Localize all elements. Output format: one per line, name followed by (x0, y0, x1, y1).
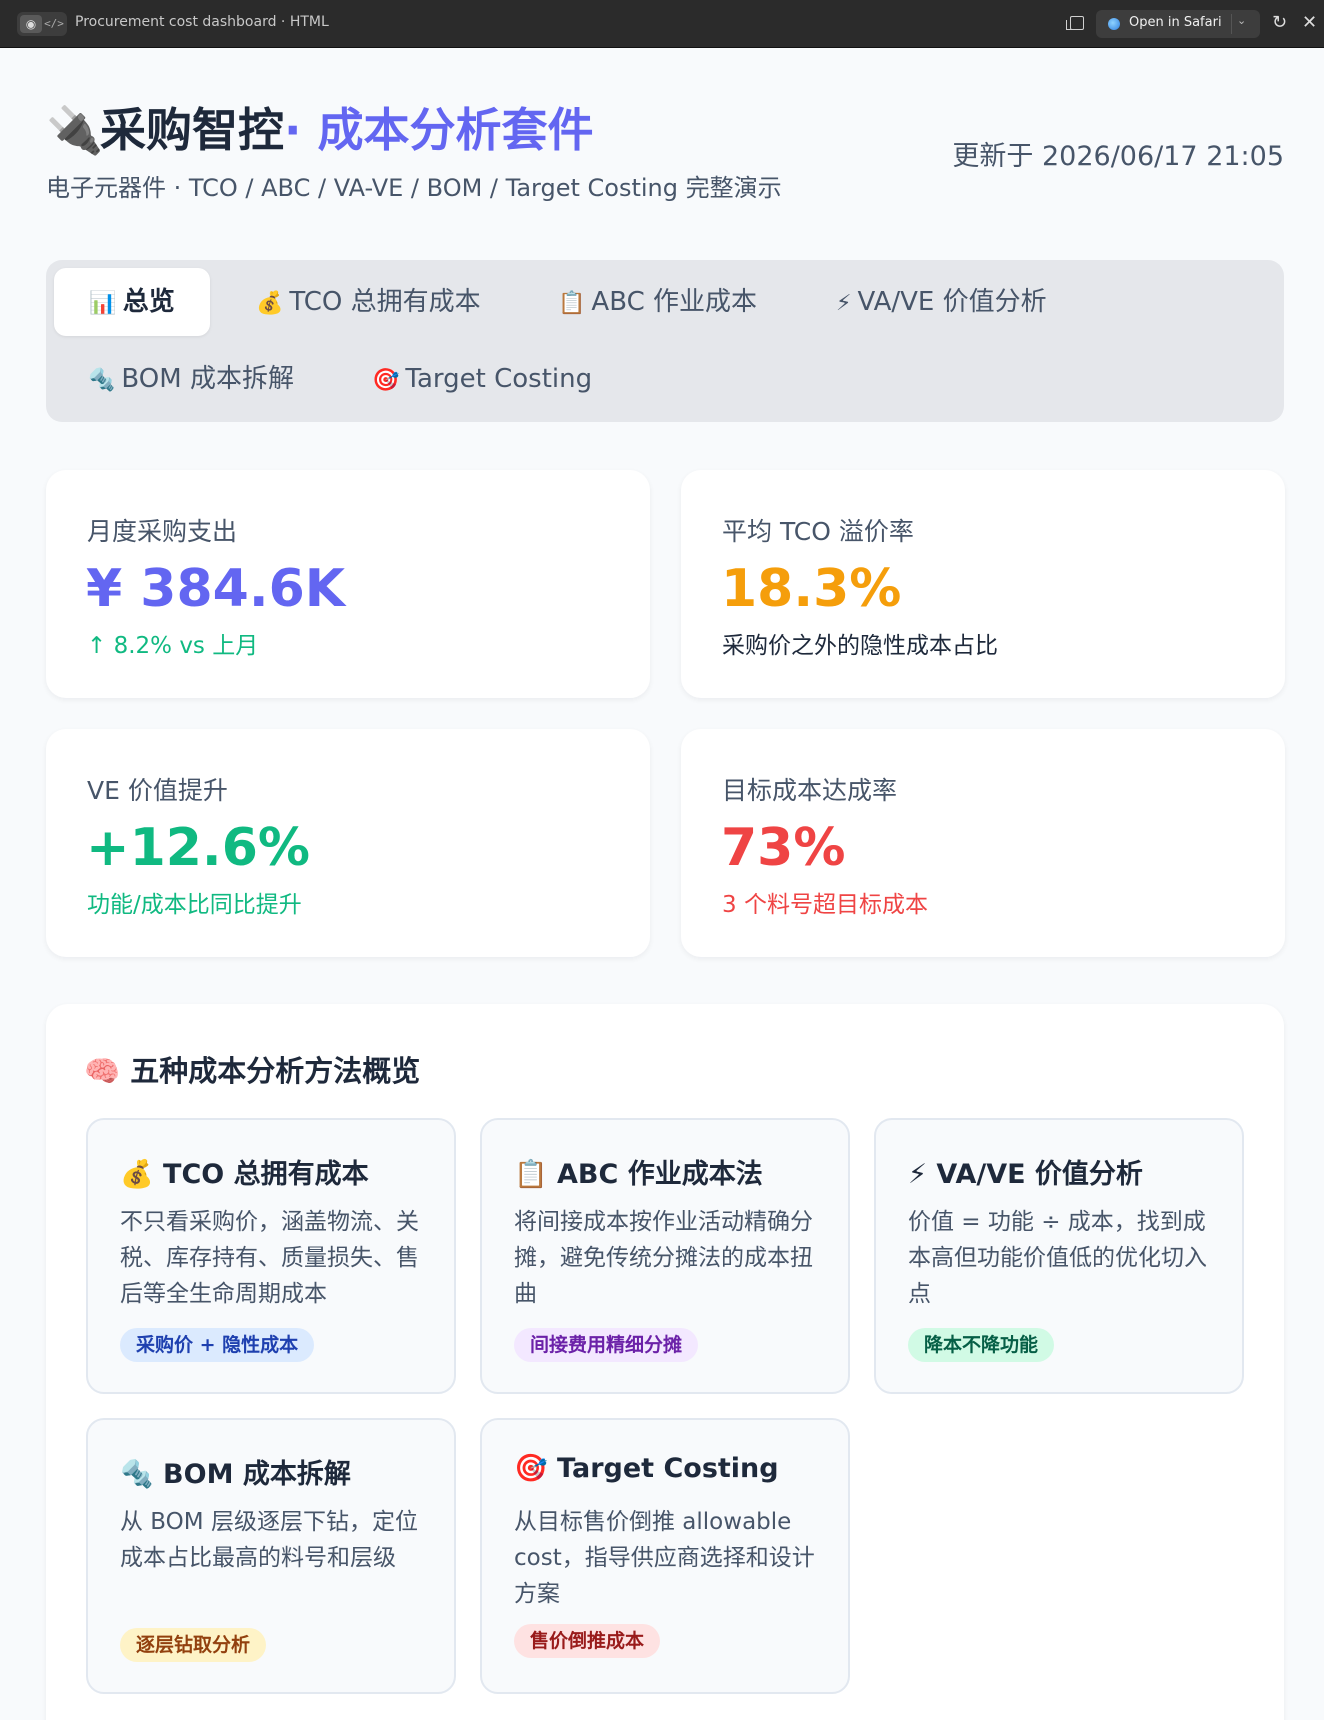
method-card-tag: 降本不降功能 (908, 1328, 1055, 1362)
method-card-title: 🔩 BOM 成本拆解 (120, 1452, 351, 1491)
kpi-label: VE 价值提升 (87, 776, 228, 805)
kpi-label: 月度采购支出 (87, 517, 238, 546)
kpi-card-ve-value: VE 价值提升 +12.6% 功能/成本比同比提升 (46, 729, 650, 957)
target-icon: 🎯 (514, 1453, 548, 1484)
bolt-icon: 🔩 (88, 368, 116, 393)
kpi-label: 平均 TCO 溢价率 (722, 517, 914, 546)
method-card-tag: 逐层钻取分析 (120, 1628, 267, 1662)
button-divider (1231, 14, 1232, 34)
method-card-target-costing[interactable]: 🎯 Target Costing 从目标售价倒推 allowable cost，… (480, 1418, 850, 1694)
clipboard-icon: 📋 (514, 1159, 548, 1190)
lightning-icon: ⚡ (908, 1159, 927, 1190)
method-card-desc: 从 BOM 层级逐层下钻，定位成本占比最高的料号和层级 (120, 1509, 418, 1571)
tab-bom[interactable]: 🔩 BOM 成本拆解 (88, 345, 294, 413)
bar-chart-icon: 📊 (89, 291, 117, 316)
method-card-title: 📋 ABC 作业成本法 (514, 1152, 763, 1191)
tab-label: BOM 成本拆解 (121, 364, 294, 394)
tab-tco[interactable]: 💰 TCO 总拥有成本 (256, 268, 481, 336)
methods-title-text: 五种成本分析方法概览 (130, 1054, 421, 1088)
method-card-tag: 间接费用精细分摊 (514, 1328, 699, 1362)
updated-timestamp: 更新于 2026/06/17 21:05 (952, 141, 1284, 172)
kpi-label: 目标成本达成率 (722, 776, 898, 805)
page-title-main: 采购智控 (100, 103, 284, 157)
method-card-title: 🎯 Target Costing (514, 1452, 779, 1484)
method-card-vave[interactable]: ⚡ VA/VE 价值分析 价值 = 功能 ÷ 成本，找到成本高但功能价值低的优化… (874, 1118, 1244, 1394)
method-card-title-text: ABC 作业成本法 (557, 1159, 763, 1190)
tab-abc[interactable]: 📋 ABC 作业成本 (558, 268, 757, 336)
reload-icon[interactable]: ↻ (1272, 12, 1287, 34)
method-card-title-text: TCO 总拥有成本 (163, 1159, 369, 1190)
tab-overview[interactable]: 📊 总览 (54, 268, 210, 336)
tab-label: 总览 (122, 287, 175, 317)
view-mode-toggle[interactable]: ◉ </> (17, 12, 67, 36)
method-card-abc[interactable]: 📋 ABC 作业成本法 将间接成本按作业活动精确分摊，避免传统分摊法的成本扭曲 … (480, 1118, 850, 1394)
tab-label: Target Costing (405, 364, 593, 394)
code-icon[interactable]: </> (44, 15, 64, 33)
method-card-desc: 从目标售价倒推 allowable cost，指导供应商选择和设计方案 (514, 1509, 815, 1607)
money-bag-icon: 💰 (120, 1159, 154, 1190)
method-card-title: ⚡ VA/VE 价值分析 (908, 1152, 1143, 1191)
brain-icon: 🧠 (84, 1054, 121, 1088)
page-title: 🔌采购智控· 成本分析套件 (46, 98, 594, 162)
kpi-value: +12.6% (86, 818, 310, 878)
method-card-title-text: VA/VE 价值分析 (936, 1159, 1143, 1190)
method-card-desc: 将间接成本按作业活动精确分摊，避免传统分摊法的成本扭曲 (514, 1209, 813, 1307)
method-card-title-text: Target Costing (557, 1453, 779, 1484)
kpi-note: ↑ 8.2% vs 上月 (87, 633, 259, 659)
method-card-bom[interactable]: 🔩 BOM 成本拆解 从 BOM 层级逐层下钻，定位成本占比最高的料号和层级 逐… (86, 1418, 456, 1694)
kpi-card-tco-premium: 平均 TCO 溢价率 18.3% 采购价之外的隐性成本占比 (681, 470, 1285, 698)
methods-overview-panel: 🧠 五种成本分析方法概览 💰 TCO 总拥有成本 不只看采购价，涵盖物流、关税、… (46, 1004, 1284, 1720)
tab-label: VA/VE 价值分析 (857, 287, 1047, 317)
lightning-icon: ⚡ (836, 291, 852, 316)
safari-icon (1108, 18, 1120, 30)
money-bag-icon: 💰 (256, 291, 284, 316)
method-card-tag: 售价倒推成本 (514, 1624, 661, 1658)
open-in-safari-label: Open in Safari (1129, 15, 1222, 30)
plug-icon: 🔌 (46, 103, 104, 157)
tab-label: TCO 总拥有成本 (289, 287, 481, 317)
copy-icon[interactable] (1066, 16, 1084, 30)
kpi-value: 73% (721, 818, 846, 878)
close-icon[interactable]: ✕ (1302, 12, 1317, 34)
method-card-title: 💰 TCO 总拥有成本 (120, 1152, 369, 1191)
tab-target-costing[interactable]: 🎯 Target Costing (372, 345, 592, 413)
method-card-desc: 不只看采购价，涵盖物流、关税、库存持有、质量损失、售后等全生命周期成本 (120, 1209, 419, 1307)
window-titlebar: ◉ </> Procurement cost dashboard · HTML … (0, 0, 1324, 48)
kpi-value: ¥ 384.6K (86, 559, 346, 619)
clipboard-icon: 📋 (558, 291, 586, 316)
window-title: Procurement cost dashboard · HTML (75, 14, 329, 30)
kpi-note: 功能/成本比同比提升 (87, 892, 302, 918)
method-card-tco[interactable]: 💰 TCO 总拥有成本 不只看采购价，涵盖物流、关税、库存持有、质量损失、售后等… (86, 1118, 456, 1394)
open-in-safari-button[interactable]: Open in Safari ⌄ (1096, 10, 1260, 38)
tab-label: ABC 作业成本 (591, 287, 757, 317)
method-card-desc: 价值 = 功能 ÷ 成本，找到成本高但功能价值低的优化切入点 (908, 1209, 1207, 1307)
kpi-value: 18.3% (721, 559, 902, 619)
tab-bar: 📊 总览 💰 TCO 总拥有成本 📋 ABC 作业成本 ⚡ VA/VE 价值分析 🔩 BO… (46, 260, 1284, 422)
kpi-card-monthly-spend: 月度采购支出 ¥ 384.6K ↑ 8.2% vs 上月 (46, 470, 650, 698)
chevron-down-icon[interactable]: ⌄ (1237, 14, 1246, 27)
method-card-tag: 采购价 + 隐性成本 (120, 1328, 315, 1362)
kpi-note: 采购价之外的隐性成本占比 (722, 633, 998, 659)
kpi-card-target-cost-rate: 目标成本达成率 73% 3 个料号超目标成本 (681, 729, 1285, 957)
bolt-icon: 🔩 (120, 1459, 154, 1490)
tab-vave[interactable]: ⚡ VA/VE 价值分析 (836, 268, 1047, 336)
method-card-title-text: BOM 成本拆解 (163, 1459, 351, 1490)
target-icon: 🎯 (372, 368, 400, 393)
eye-icon[interactable]: ◉ (20, 15, 42, 33)
page-title-accent: · 成本分析套件 (284, 103, 594, 157)
methods-panel-title: 🧠 五种成本分析方法概览 (84, 1048, 420, 1090)
kpi-note: 3 个料号超目标成本 (722, 892, 928, 918)
page-subtitle: 电子元器件 · TCO / ABC / VA-VE / BOM / Target… (46, 174, 782, 202)
